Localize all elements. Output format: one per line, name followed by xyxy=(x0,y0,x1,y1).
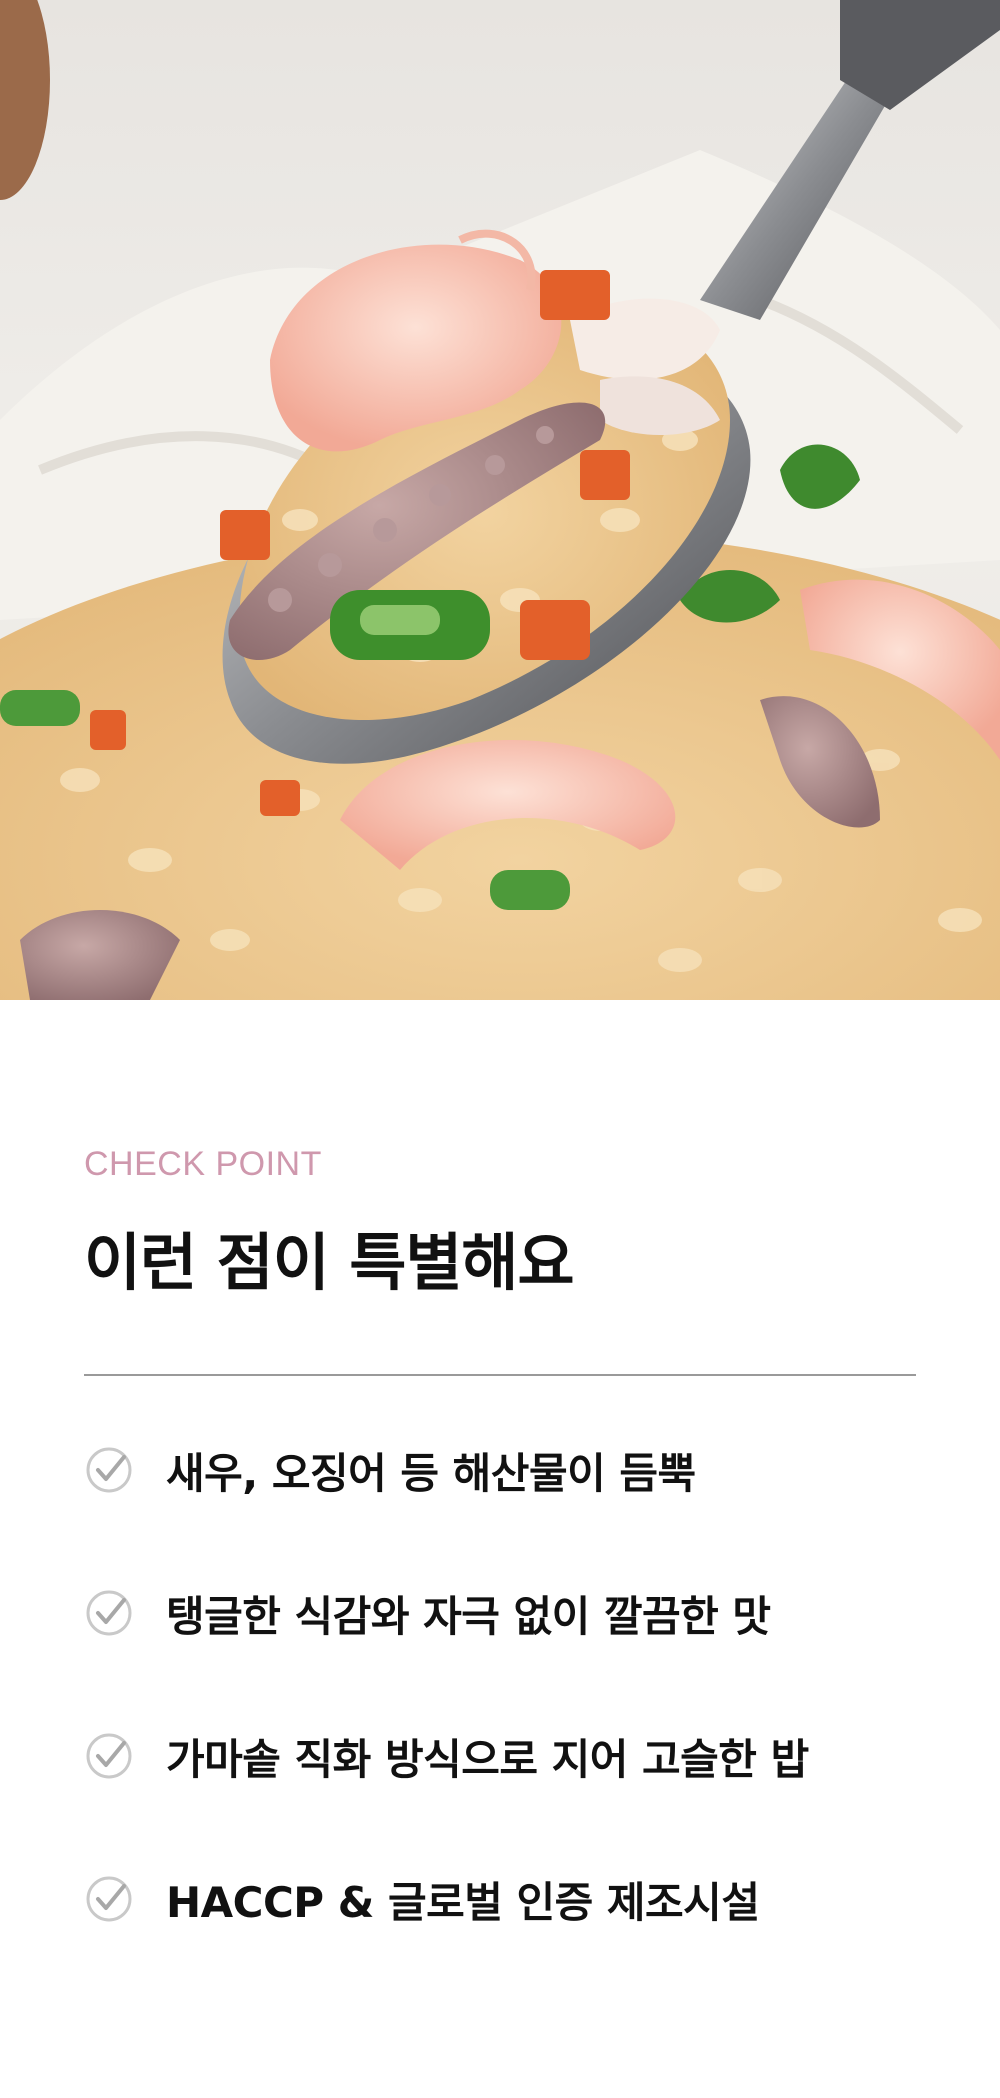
list-item: 가마솥 직화 방식으로 지어 고슬한 밥 xyxy=(84,1726,916,1786)
feature-text: 가마솥 직화 방식으로 지어 고슬한 밥 xyxy=(166,1734,809,1784)
divider xyxy=(84,1374,916,1376)
section-title: 이런 점이 특별해요 xyxy=(84,1226,574,1299)
checkpoint-section: CHECK POINT 이런 점이 특별해요 새우, 오징어 등 해산물이 듬뿍… xyxy=(0,1000,1000,2098)
check-circle-icon xyxy=(84,1445,134,1495)
feature-text: 탱글한 식감와 자극 없이 깔끔한 맛 xyxy=(166,1591,771,1641)
hero-image xyxy=(0,0,1000,1000)
list-item: HACCP & 글로벌 인증 제조시설 xyxy=(84,1869,916,1929)
section-eyebrow: CHECK POINT xyxy=(84,1145,322,1183)
check-circle-icon xyxy=(84,1731,134,1781)
list-item: 탱글한 식감와 자극 없이 깔끔한 맛 xyxy=(84,1583,916,1643)
feature-text: 새우, 오징어 등 해산물이 듬뿍 xyxy=(166,1448,696,1498)
check-circle-icon xyxy=(84,1588,134,1638)
list-item: 새우, 오징어 등 해산물이 듬뿍 xyxy=(84,1440,916,1500)
check-circle-icon xyxy=(84,1874,134,1924)
feature-text: HACCP & 글로벌 인증 제조시설 xyxy=(166,1877,760,1927)
feature-list: 새우, 오징어 등 해산물이 듬뿍 탱글한 식감와 자극 없이 깔끔한 맛 가마… xyxy=(84,1440,916,2012)
